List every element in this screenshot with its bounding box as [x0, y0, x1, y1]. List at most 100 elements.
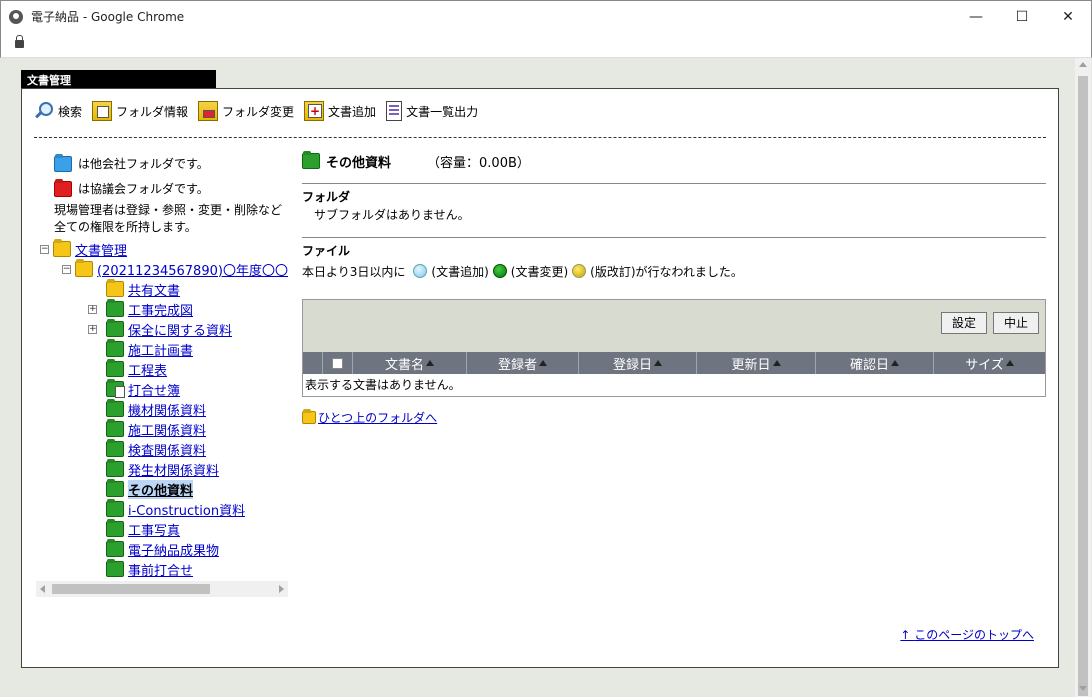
window-controls: — ☐ ✕ — [953, 1, 1091, 33]
search-button[interactable]: 検索 — [34, 101, 82, 121]
tree-horizontal-scrollbar[interactable] — [36, 581, 288, 597]
folder-section-heading: フォルダ — [302, 183, 1046, 205]
sort-asc-icon — [891, 360, 899, 366]
shared-folder-icon — [106, 281, 124, 297]
up-folder-link[interactable]: ひとつ上のフォルダへ — [318, 409, 437, 426]
export-list-button[interactable]: 文書一覧出力 — [386, 101, 478, 121]
document-list: 設定 中止 文書名 登録者 登録日 更新日 確認日 サイズ 表示する文書はありま… — [302, 299, 1046, 397]
tree-item-i-construction[interactable]: i-Construction資料 — [128, 500, 245, 519]
tree-item-project[interactable]: (20211234567890)〇年度〇〇〇〇 — [97, 260, 288, 279]
permission-note-line1: 現場管理者は登録・参照・変更・削除など — [54, 203, 283, 217]
document-table-header: 文書名 登録者 登録日 更新日 確認日 サイズ — [303, 352, 1045, 374]
permission-note-line2: 全ての権限を所持します。 — [54, 220, 197, 234]
column-header-confirmed[interactable]: 確認日 — [816, 352, 934, 374]
cancel-button[interactable]: 中止 — [992, 312, 1039, 334]
legend-other-company-text: は他会社フォルダです。 — [78, 157, 209, 171]
green-folder-document-icon — [106, 381, 125, 398]
tree-item-construction-related[interactable]: 施工関係資料 — [128, 420, 206, 439]
tree-item-pre-meeting[interactable]: 事前打合せ — [128, 560, 193, 579]
expand-icon[interactable]: + — [88, 304, 97, 314]
tree-row: 施工計画書 — [106, 339, 193, 359]
sort-asc-icon — [426, 360, 434, 366]
folder-up-icon[interactable] — [302, 411, 316, 424]
window-title: 電子納品 - Google Chrome — [31, 10, 185, 24]
page-scrollbar[interactable] — [1075, 58, 1091, 697]
sort-asc-icon — [772, 360, 781, 366]
scrollbar-thumb[interactable] — [52, 584, 210, 594]
green-folder-icon — [106, 341, 124, 357]
collapse-icon[interactable]: − — [40, 244, 49, 254]
window-titlebar: 電子納品 - Google Chrome — ☐ ✕ — [0, 0, 1092, 32]
tree-item-maintenance[interactable]: 保全に関する資料 — [128, 320, 232, 339]
tree-row: その他資料 — [106, 479, 194, 499]
tree-item-shared[interactable]: 共有文書 — [128, 280, 180, 299]
column-header-updated[interactable]: 更新日 — [697, 352, 816, 374]
folder-info-button[interactable]: フォルダ情報 — [92, 101, 188, 121]
folder-capacity: （容量：0.00B） — [427, 155, 530, 171]
column-label: 確認日 — [849, 357, 889, 373]
light-blue-dot-icon — [413, 264, 428, 278]
tree-item-inspection[interactable]: 検査関係資料 — [128, 440, 206, 459]
toolbar: 検索 フォルダ情報 フォルダ変更 文書追加 文書一覧出力 — [34, 101, 478, 121]
subfolder-empty-text: サブフォルダはありません。 — [314, 208, 470, 222]
recent-changes-notice: 本日より3日以内に (文書追加) (文書変更) (版改訂)が行なわれました。 — [302, 259, 1046, 283]
tree-row: i-Construction資料 — [106, 499, 245, 519]
lock-icon[interactable] — [15, 35, 24, 48]
current-folder-header: その他資料 （容量：0.00B） — [302, 149, 1046, 173]
scroll-up-icon[interactable] — [1079, 62, 1087, 67]
folder-legend: は他会社フォルダです。 は協議会フォルダです。 — [54, 151, 209, 201]
page-top-link[interactable]: ↑ このページのトップへ — [900, 626, 1034, 643]
tree-row: 工程表 — [106, 359, 167, 379]
notice-revise: (版改訂)が行なわれました。 — [590, 264, 743, 279]
column-header-name[interactable]: 文書名 — [353, 352, 467, 374]
folder-change-button[interactable]: フォルダ変更 — [198, 101, 294, 121]
up-folder-link-row: ひとつ上のフォルダへ — [302, 409, 1046, 426]
close-button[interactable]: ✕ — [1045, 1, 1091, 33]
sort-asc-icon — [1005, 360, 1014, 366]
yellow-dot-icon — [572, 264, 587, 278]
scroll-left-icon[interactable] — [40, 585, 45, 593]
notice-add: (文書追加) — [431, 264, 489, 279]
green-folder-icon — [106, 461, 124, 477]
tree-row: 共有文書 — [106, 279, 180, 299]
minimize-button[interactable]: — — [953, 1, 999, 33]
document-management-panel: 検索 フォルダ情報 フォルダ変更 文書追加 文書一覧出力 は他会社フォルダです。… — [21, 88, 1059, 668]
column-header-size[interactable]: サイズ — [934, 352, 1045, 374]
green-folder-icon — [106, 301, 124, 317]
scrollbar-thumb[interactable] — [1078, 76, 1088, 696]
select-all-checkbox[interactable] — [332, 357, 343, 369]
tree-row: 発生材関係資料 — [106, 459, 219, 479]
add-document-button[interactable]: 文書追加 — [304, 101, 376, 121]
collapse-icon[interactable]: − — [62, 264, 71, 274]
tree-item-completion-drawings[interactable]: 工事完成図 — [128, 300, 193, 319]
scroll-down-icon[interactable] — [1079, 686, 1087, 691]
expand-icon[interactable]: + — [88, 324, 97, 334]
tree-item-other-selected[interactable]: その他資料 — [128, 479, 194, 499]
tree-item-root[interactable]: 文書管理 — [75, 240, 127, 259]
tree-item-waste-materials[interactable]: 発生材関係資料 — [128, 460, 219, 479]
tree-item-meeting-records[interactable]: 打合せ簿 — [128, 380, 180, 399]
add-document-label: 文書追加 — [328, 104, 377, 119]
blue-folder-icon — [54, 155, 72, 172]
column-label: サイズ — [965, 357, 1004, 373]
green-folder-icon — [106, 401, 124, 417]
chrome-app-icon — [9, 9, 23, 24]
tree-item-equipment[interactable]: 機材関係資料 — [128, 400, 206, 419]
tree-item-schedule[interactable]: 工程表 — [128, 360, 167, 379]
maximize-button[interactable]: ☐ — [999, 1, 1045, 33]
panel-tab-title: 文書管理 — [21, 70, 216, 88]
tree-item-photos[interactable]: 工事写真 — [128, 520, 180, 539]
column-header-registered[interactable]: 登録日 — [579, 352, 697, 374]
green-folder-icon — [106, 361, 124, 377]
scroll-right-icon[interactable] — [279, 585, 284, 593]
tree-item-deliverables[interactable]: 電子納品成果物 — [128, 540, 219, 559]
green-folder-icon — [106, 521, 124, 537]
green-folder-icon — [106, 501, 124, 517]
column-label: 更新日 — [731, 357, 771, 373]
settings-button[interactable]: 設定 — [940, 312, 987, 334]
open-folder-icon — [75, 261, 93, 277]
column-header-registrant[interactable]: 登録者 — [467, 352, 579, 374]
tree-row: 事前打合せ — [106, 559, 193, 579]
folder-tree: − 文書管理 − (20211234567890)〇年度〇〇〇〇 共有文書 + … — [36, 239, 288, 579]
tree-item-construction-plan[interactable]: 施工計画書 — [128, 340, 193, 359]
